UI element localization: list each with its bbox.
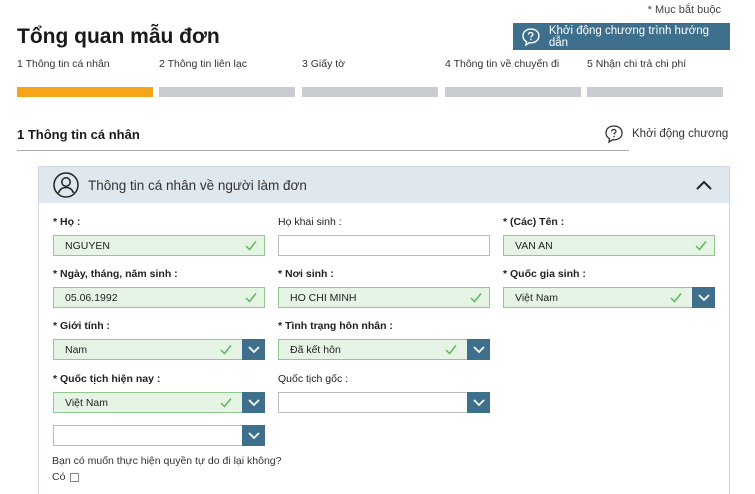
country-of-birth-select[interactable]: Việt Nam <box>503 287 715 308</box>
required-note: * Mục bắt buộc <box>647 4 721 16</box>
start-guide-button[interactable]: Khởi động chương trình hướng dẫn <box>513 23 730 50</box>
field-marital-status: * Tình trạng hôn nhân : Đã kết hôn <box>278 320 490 360</box>
date-of-birth-input[interactable]: 05.06.1992 <box>53 287 265 308</box>
field-given-names: * (Các) Tên : VAN AN <box>503 216 715 256</box>
page-title: Tổng quan mẫu đơn <box>17 25 220 48</box>
step-progress-bar <box>587 87 723 97</box>
field-birth-surname: Họ khai sinh : <box>278 216 490 256</box>
chevron-up-icon[interactable] <box>695 176 713 194</box>
field-place-of-birth: * Nơi sinh : HO CHI MINH <box>278 268 490 308</box>
chevron-down-icon <box>247 431 260 439</box>
step-progress-bar <box>445 87 581 97</box>
additional-nationality-select[interactable] <box>53 425 265 446</box>
free-movement-option: Có <box>52 471 80 483</box>
user-icon <box>53 172 79 198</box>
check-icon <box>445 345 457 355</box>
speech-bubble-icon <box>605 125 623 144</box>
yes-checkbox[interactable] <box>70 472 80 482</box>
side-guide-label: Khởi động chương <box>632 128 729 140</box>
gender-select[interactable]: Nam <box>53 339 265 360</box>
step-reimbursement[interactable]: 5 Nhận chi trả chi phí <box>587 58 723 97</box>
step-progress-bar <box>302 87 438 97</box>
dropdown-button[interactable] <box>242 392 265 413</box>
field-gender: * Giới tính : Nam <box>53 320 265 360</box>
field-country-of-birth: * Quốc gia sinh : Việt Nam <box>503 268 715 308</box>
step-travel-info[interactable]: 4 Thông tin về chuyến đi <box>445 58 581 97</box>
place-of-birth-input[interactable]: HO CHI MINH <box>278 287 490 308</box>
field-original-nationality: Quốc tịch gốc : <box>278 373 490 413</box>
marital-status-select[interactable]: Đã kết hôn <box>278 339 490 360</box>
side-guide-link[interactable]: Khởi động chương <box>604 124 728 144</box>
field-date-of-birth: * Ngày, tháng, năm sinh : 05.06.1992 <box>53 268 265 308</box>
speech-bubble-icon <box>522 27 540 46</box>
step-documents[interactable]: 3 Giấy tờ <box>302 58 438 97</box>
chevron-down-icon <box>247 345 260 353</box>
field-additional-nationality <box>53 418 265 446</box>
dropdown-button[interactable] <box>467 339 490 360</box>
panel-header[interactable]: Thông tin cá nhân về người làm đơn <box>39 167 729 203</box>
step-progress-bar <box>17 87 153 97</box>
check-icon <box>245 293 257 303</box>
panel-title: Thông tin cá nhân về người làm đơn <box>88 177 307 193</box>
check-icon <box>220 345 232 355</box>
current-nationality-select[interactable]: Việt Nam <box>53 392 265 413</box>
given-names-input[interactable]: VAN AN <box>503 235 715 256</box>
section-title: 1 Thông tin cá nhân <box>17 127 140 142</box>
field-surname: * Họ : NGUYEN <box>53 216 265 256</box>
dropdown-button[interactable] <box>242 425 265 446</box>
surname-input[interactable]: NGUYEN <box>53 235 265 256</box>
start-guide-label: Khởi động chương trình hướng dẫn <box>548 24 709 49</box>
check-icon <box>670 293 682 303</box>
birth-surname-input[interactable] <box>278 235 490 256</box>
check-icon <box>470 293 482 303</box>
check-icon <box>245 241 257 251</box>
step-contact-info[interactable]: 2 Thông tin liên lạc <box>159 58 295 97</box>
dropdown-button[interactable] <box>692 287 715 308</box>
check-icon <box>695 241 707 251</box>
dropdown-button[interactable] <box>467 392 490 413</box>
chevron-down-icon <box>247 398 260 406</box>
yes-label: Có <box>52 471 66 483</box>
step-progress-bar <box>159 87 295 97</box>
step-personal-info[interactable]: 1 Thông tin cá nhân <box>17 58 153 97</box>
chevron-down-icon <box>472 398 485 406</box>
free-movement-question: Bạn có muốn thực hiện quyền tự do đi lại… <box>52 455 282 467</box>
chevron-down-icon <box>472 345 485 353</box>
chevron-down-icon <box>697 293 710 301</box>
check-icon <box>220 398 232 408</box>
dropdown-button[interactable] <box>242 339 265 360</box>
section-divider <box>17 150 629 151</box>
field-current-nationality: * Quốc tịch hiện nay : Việt Nam <box>53 373 265 413</box>
original-nationality-select[interactable] <box>278 392 490 413</box>
